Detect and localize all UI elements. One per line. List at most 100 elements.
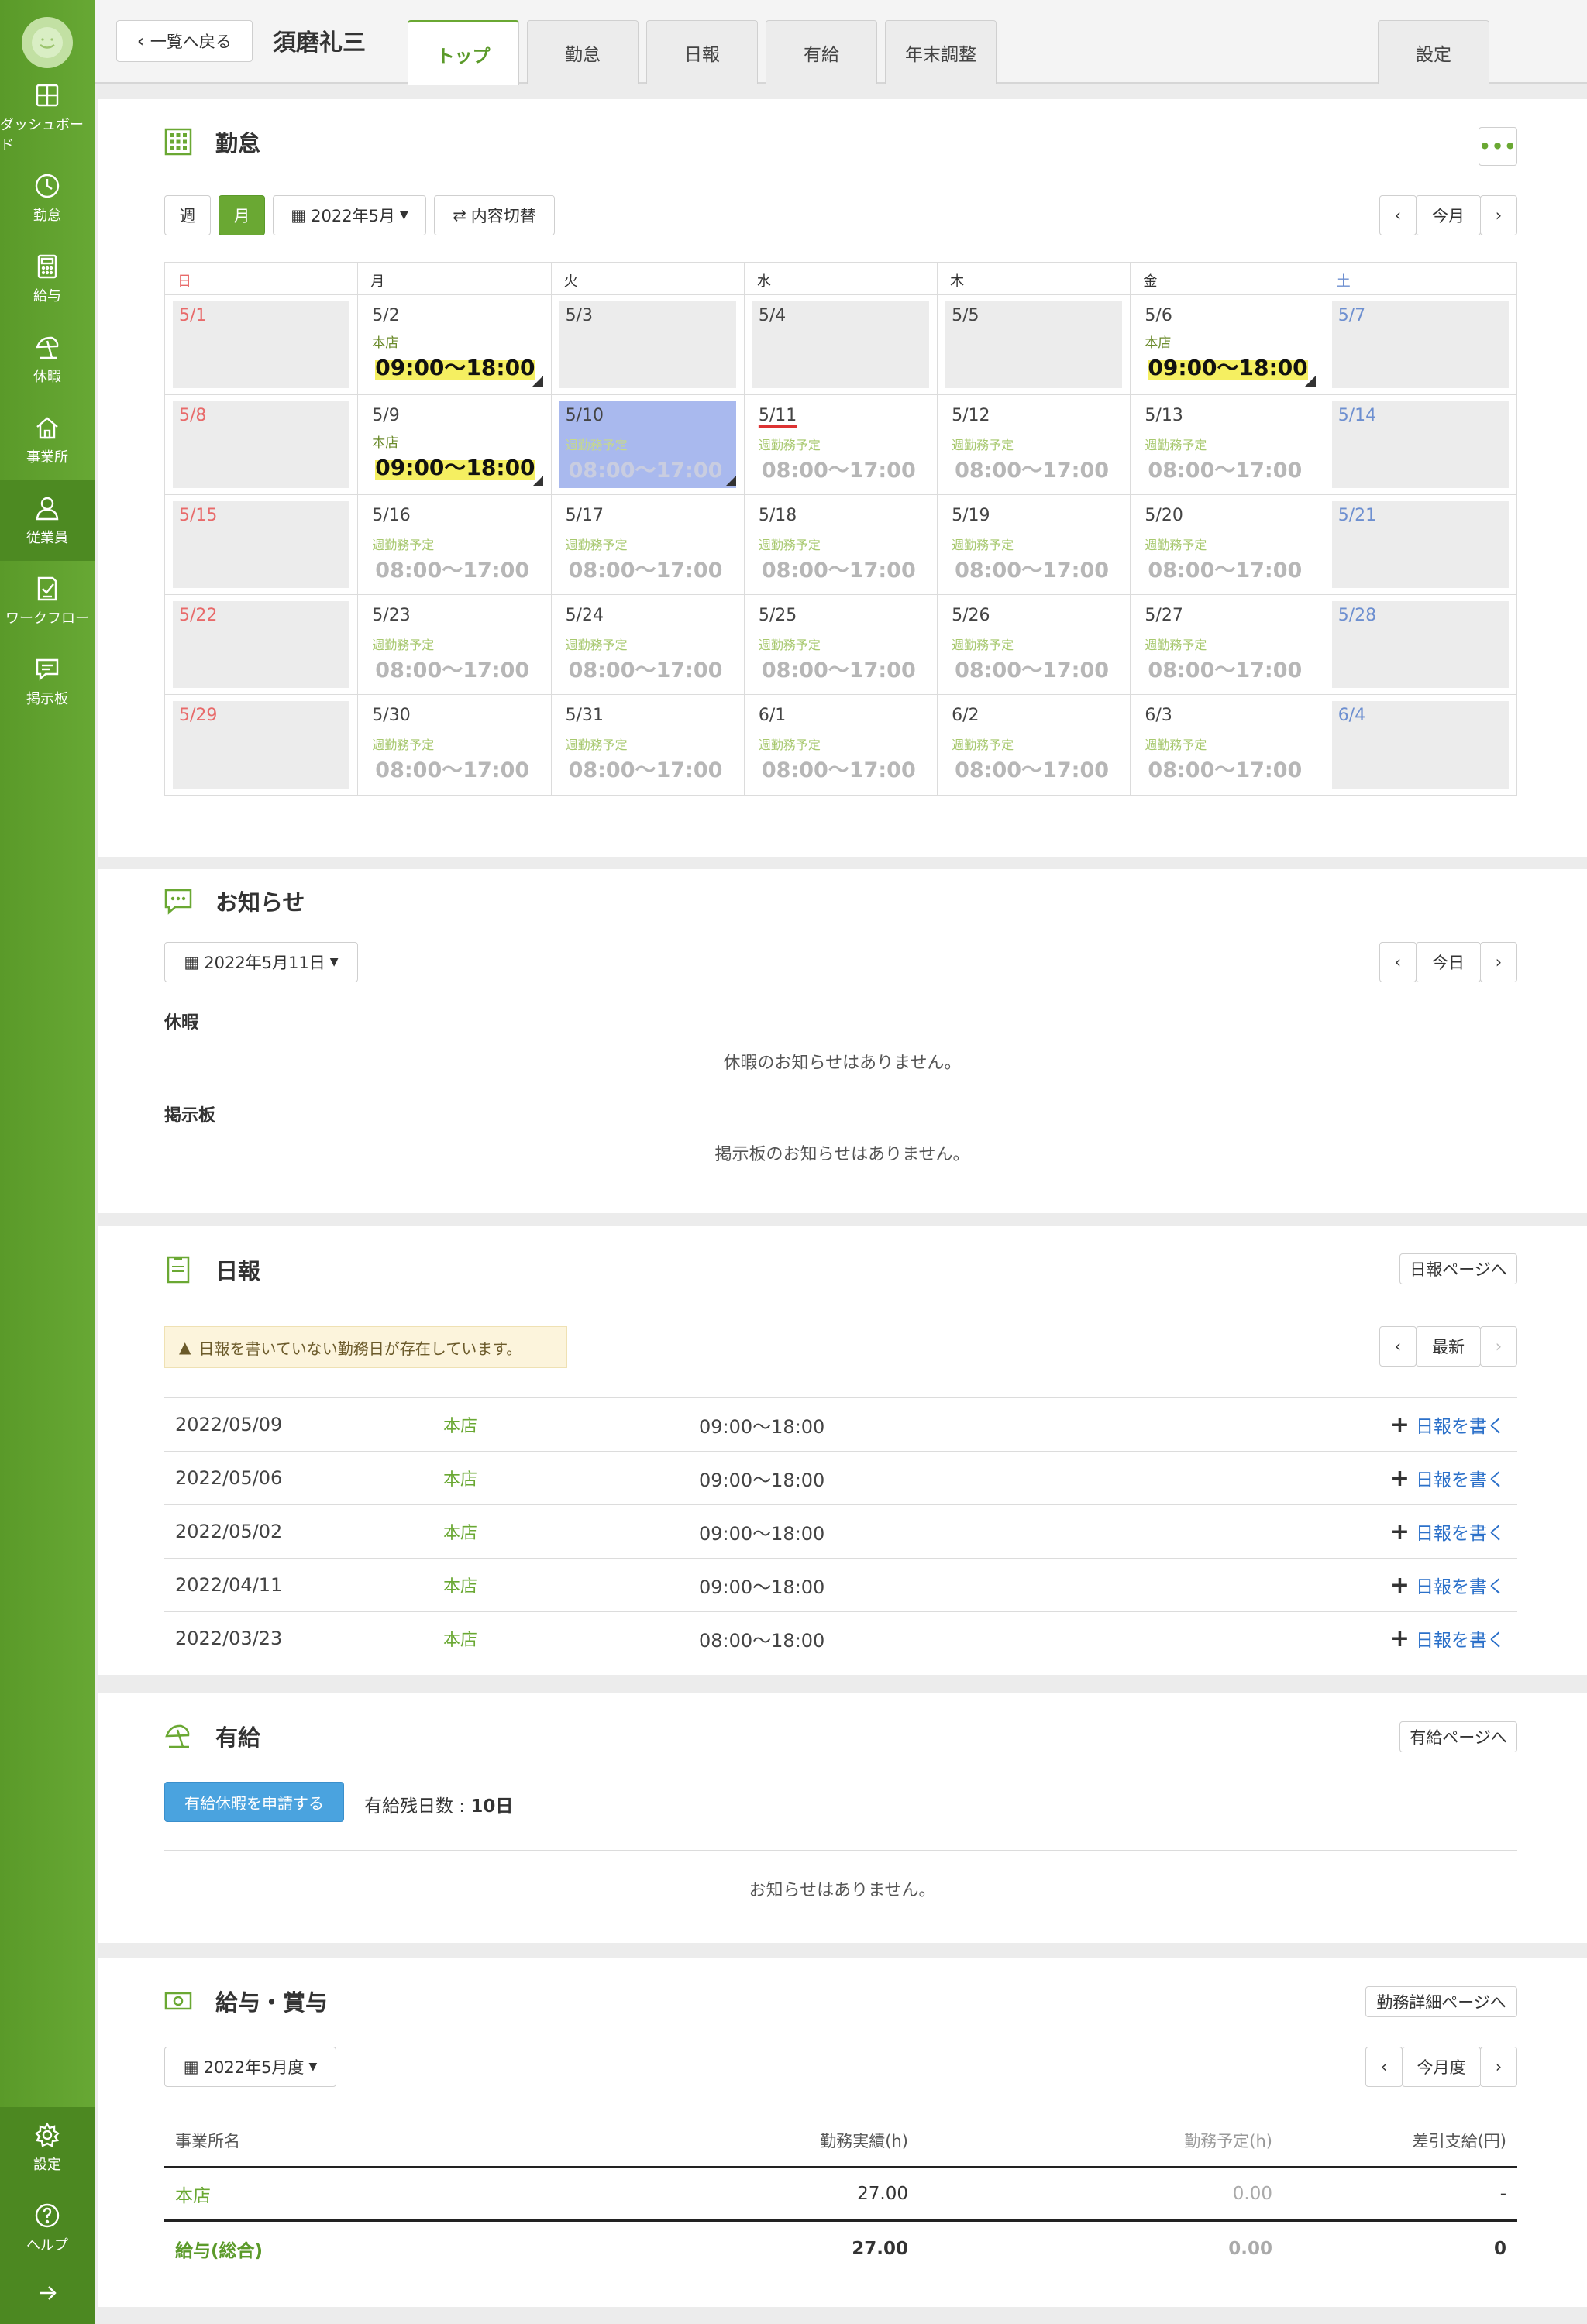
calendar-day-cell[interactable]: 5/10 週勤務予定 08:00～17:00 <box>552 395 745 494</box>
week-view-button[interactable]: 週 <box>164 195 211 235</box>
calendar-day-cell[interactable]: 5/24 週勤務予定 08:00～17:00 <box>552 595 745 694</box>
table-row: 2022/05/06 本店 09:00～18:00 + 日報を書く <box>164 1451 1517 1504</box>
calendar-day-cell[interactable]: 5/28 <box>1324 595 1516 694</box>
calendar-day-cell[interactable]: 5/14 <box>1324 395 1516 494</box>
calendar-day-cell[interactable]: 5/2 本店 09:00～18:00 <box>358 295 552 394</box>
write-report-link[interactable]: + 日報を書く <box>1390 1465 1517 1492</box>
period-select[interactable]: ▦ 2022年5月度 ▼ <box>164 2047 336 2087</box>
next-month-button[interactable]: › <box>1480 195 1517 235</box>
notice-date-select[interactable]: ▦ 2022年5月11日 ▼ <box>164 942 358 982</box>
next-period-button[interactable]: › <box>1480 2047 1517 2087</box>
calendar-day-number: 5/8 <box>179 406 207 425</box>
report-shop[interactable]: 本店 <box>443 1412 699 1437</box>
calendar-day-cell[interactable]: 5/6 本店 09:00～18:00 <box>1131 295 1324 394</box>
calendar-day-cell[interactable]: 5/11 週勤務予定 08:00～17:00 <box>745 395 938 494</box>
write-report-link[interactable]: + 日報を書く <box>1390 1518 1517 1545</box>
calendar-day-cell[interactable]: 5/5 <box>938 295 1131 394</box>
calendar-day-cell[interactable]: 5/9 本店 09:00～18:00 <box>358 395 552 494</box>
planned-time: 08:00～17:00 <box>955 459 1110 483</box>
calendar-day-cell[interactable]: 5/16 週勤務予定 08:00～17:00 <box>358 495 552 594</box>
today-button[interactable]: 今日 <box>1416 942 1481 982</box>
prev-page-button[interactable]: ‹ <box>1379 1326 1417 1367</box>
report-shop[interactable]: 本店 <box>443 1466 699 1490</box>
month-view-button[interactable]: 月 <box>219 195 265 235</box>
tab-paid-leave[interactable]: 有給 <box>766 20 877 84</box>
calendar-day-cell[interactable]: 5/18 週勤務予定 08:00～17:00 <box>745 495 938 594</box>
sidebar-item-dashboard[interactable]: ダッシュボード <box>0 77 95 158</box>
calendar-day-cell[interactable]: 5/25 週勤務予定 08:00～17:00 <box>745 595 938 694</box>
shift-time: 09:00～18:00 <box>375 351 535 382</box>
calendar-day-number: 5/25 <box>758 606 797 625</box>
office-name[interactable]: 本店 <box>164 2181 567 2207</box>
tab-daily-report[interactable]: 日報 <box>646 20 758 84</box>
calendar-day-cell[interactable]: 5/4 <box>745 295 938 394</box>
calendar-day-cell[interactable]: 5/27 週勤務予定 08:00～17:00 <box>1131 595 1324 694</box>
paid-leave-page-link[interactable]: 有給ページへ <box>1399 1721 1517 1752</box>
toggle-content-button[interactable]: ⇄ 内容切替 <box>434 195 555 235</box>
calendar-day-cell[interactable]: 5/3 <box>552 295 745 394</box>
apply-leave-button[interactable]: 有給休暇を申請する <box>164 1782 344 1822</box>
calendar-day-cell[interactable]: 6/2 週勤務予定 08:00～17:00 <box>938 695 1131 795</box>
avatar[interactable] <box>22 17 73 68</box>
latest-button[interactable]: 最新 <box>1416 1326 1481 1367</box>
daily-report-page-link[interactable]: 日報ページへ <box>1399 1253 1517 1284</box>
calendar-day-cell[interactable]: 5/12 週勤務予定 08:00～17:00 <box>938 395 1131 494</box>
write-report-link[interactable]: + 日報を書く <box>1390 1572 1517 1599</box>
calendar-day-cell[interactable]: 5/22 <box>165 595 359 694</box>
this-period-button[interactable]: 今月度 <box>1402 2047 1481 2087</box>
tab-settings[interactable]: 設定 <box>1378 20 1489 84</box>
report-shop[interactable]: 本店 <box>443 1626 699 1651</box>
sidebar-item-workflow[interactable]: ワークフロー <box>0 561 95 641</box>
write-report-link[interactable]: + 日報を書く <box>1390 1411 1517 1439</box>
sidebar-expand[interactable] <box>0 2262 95 2324</box>
report-shop[interactable]: 本店 <box>443 1519 699 1544</box>
calendar-day-cell[interactable]: 5/1 <box>165 295 359 394</box>
report-shop[interactable]: 本店 <box>443 1573 699 1597</box>
tab-attendance[interactable]: 勤怠 <box>527 20 639 84</box>
calendar-day-cell[interactable]: 6/3 週勤務予定 08:00～17:00 <box>1131 695 1324 795</box>
toggle-content-label: 内容切替 <box>470 207 536 225</box>
sidebar-item-employees[interactable]: 従業員 <box>0 480 95 561</box>
calendar-day-cell[interactable]: 5/31 週勤務予定 08:00～17:00 <box>552 695 745 795</box>
tab-top[interactable]: トップ <box>408 20 519 85</box>
calendar-day-cell[interactable]: 6/1 週勤務予定 08:00～17:00 <box>745 695 938 795</box>
sidebar-item-attendance[interactable]: 勤怠 <box>0 158 95 239</box>
report-date: 2022/03/23 <box>175 1628 283 1649</box>
prev-day-button[interactable]: ‹ <box>1379 942 1417 982</box>
next-day-button[interactable]: › <box>1480 942 1517 982</box>
salary-page-link[interactable]: 勤務詳細ページへ <box>1365 1986 1517 2017</box>
tab-year-end[interactable]: 年末調整 <box>885 20 997 84</box>
sidebar-item-salary[interactable]: 給与 <box>0 239 95 319</box>
calendar-day-cell[interactable]: 5/23 週勤務予定 08:00～17:00 <box>358 595 552 694</box>
planned-time: 08:00～17:00 <box>761 758 916 782</box>
sidebar-help[interactable]: ヘルプ <box>0 2188 95 2268</box>
planned-label: 週勤務予定 <box>758 438 821 452</box>
caret-down-icon: ▼ <box>399 209 408 222</box>
calendar-day-cell[interactable]: 5/20 週勤務予定 08:00～17:00 <box>1131 495 1324 594</box>
calendar-day-cell[interactable]: 5/8 <box>165 395 359 494</box>
planned-time: 08:00～17:00 <box>955 559 1110 583</box>
calendar-day-cell[interactable]: 5/15 <box>165 495 359 594</box>
calendar-day-cell[interactable]: 5/21 <box>1324 495 1516 594</box>
calendar-day-cell[interactable]: 5/17 週勤務予定 08:00～17:00 <box>552 495 745 594</box>
calendar-day-cell[interactable]: 5/19 週勤務予定 08:00～17:00 <box>938 495 1131 594</box>
sidebar-item-vacation[interactable]: 休暇 <box>0 319 95 400</box>
prev-period-button[interactable]: ‹ <box>1365 2047 1403 2087</box>
sidebar-settings[interactable]: 設定 <box>0 2107 95 2188</box>
sidebar-item-board[interactable]: 掲示板 <box>0 641 95 722</box>
this-month-button[interactable]: 今月 <box>1416 195 1481 235</box>
prev-month-button[interactable]: ‹ <box>1379 195 1417 235</box>
calendar-day-cell[interactable]: 5/13 週勤務予定 08:00～17:00 <box>1131 395 1324 494</box>
sidebar-item-office[interactable]: 事業所 <box>0 400 95 480</box>
month-select[interactable]: ▦ 2022年5月 ▼ <box>273 195 426 235</box>
calendar-day-cell[interactable]: 5/7 <box>1324 295 1516 394</box>
calendar-day-cell[interactable]: 6/4 <box>1324 695 1516 795</box>
calendar-day-cell[interactable]: 5/26 週勤務予定 08:00～17:00 <box>938 595 1131 694</box>
calendar-day-number: 5/14 <box>1337 406 1377 425</box>
back-button[interactable]: ‹ 一覧へ戻る <box>116 20 253 62</box>
next-page-button[interactable]: › <box>1480 1326 1517 1367</box>
calendar-day-cell[interactable]: 5/29 <box>165 695 359 795</box>
calendar-day-cell[interactable]: 5/30 週勤務予定 08:00～17:00 <box>358 695 552 795</box>
write-report-link[interactable]: + 日報を書く <box>1390 1625 1517 1652</box>
more-button[interactable]: ••• <box>1479 127 1517 166</box>
